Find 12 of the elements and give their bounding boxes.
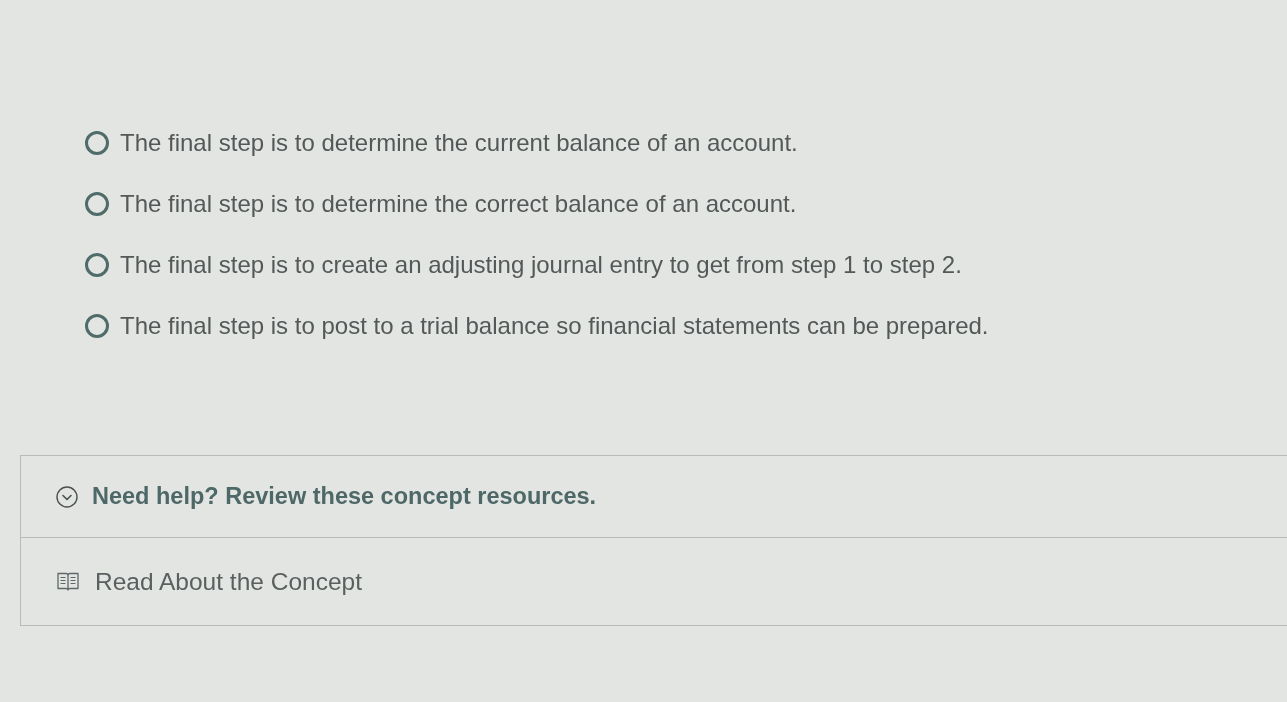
answer-option-text[interactable]: The final step is to determine the current balance of an account. <box>120 128 798 157</box>
answer-option-text[interactable]: The final step is to post to a trial balance so financial statements can be prepared. <box>120 311 989 340</box>
radio-button[interactable] <box>85 252 109 277</box>
answer-option-text[interactable]: The final step is to create an adjusting journal entry to get from step 1 to step 2. <box>120 250 962 279</box>
book-icon <box>57 572 79 591</box>
radio-button[interactable] <box>85 130 109 155</box>
answer-option-text[interactable]: The final step is to determine the correct balance of an account. <box>120 189 797 218</box>
chevron-circle-icon <box>56 485 78 508</box>
radio-button[interactable] <box>85 191 109 216</box>
concept-link[interactable]: Read About the Concept <box>57 567 362 596</box>
radio-button[interactable] <box>85 313 109 338</box>
help-toggle[interactable]: Need help? Review these concept resources. <box>56 483 597 510</box>
